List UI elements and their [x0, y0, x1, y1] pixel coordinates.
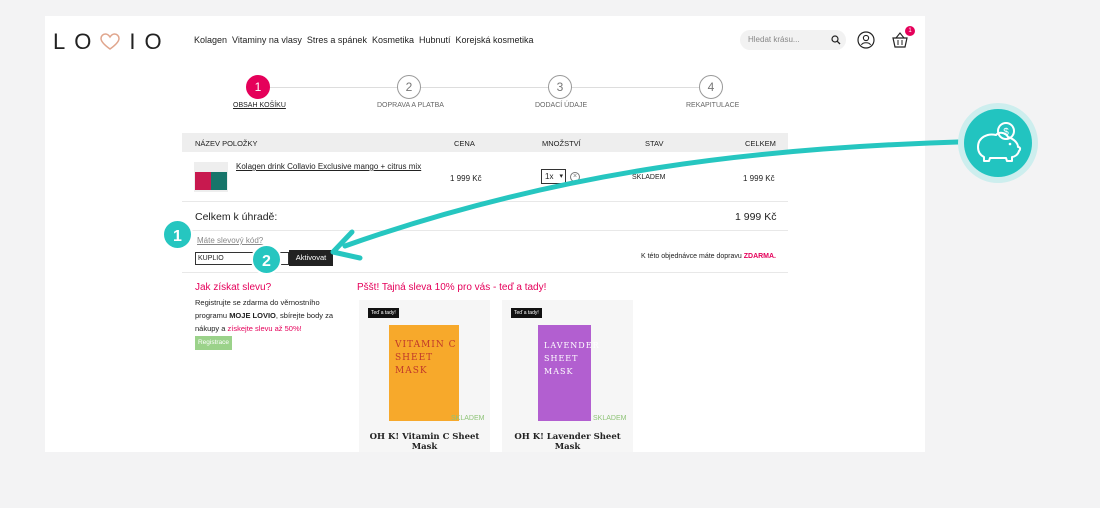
- search-icon[interactable]: [831, 35, 841, 45]
- nav-item-vitaminy[interactable]: Vitaminy na vlasy: [232, 35, 302, 45]
- step-label-3[interactable]: DODACÍ ÚDAJE: [535, 102, 587, 109]
- product-link[interactable]: Kolagen drink Collavio Exclusive mango +…: [236, 162, 421, 171]
- col-name: NÁZEV POLOŽKY: [195, 139, 258, 148]
- divider: [182, 230, 788, 231]
- product-image[interactable]: LAVENDER SHEET MASK: [538, 325, 599, 421]
- stock-status: SKLADEM: [632, 174, 666, 181]
- step-2[interactable]: 2: [397, 75, 421, 99]
- product-card[interactable]: Teď a tady! VITAMIN C SHEET MASK SKLADEM…: [359, 300, 490, 452]
- col-qty: MNOŽSTVÍ: [542, 139, 581, 148]
- step-label-4[interactable]: REKAPITULACE: [686, 102, 739, 109]
- pack-text: VITAMIN C SHEET MASK: [395, 340, 457, 376]
- heart-icon: [100, 33, 121, 50]
- col-total: CELKEM: [745, 139, 776, 148]
- callout-badge-2: 2: [251, 244, 282, 275]
- quantity-value: 1x: [545, 172, 554, 181]
- remove-item-icon[interactable]: ×: [570, 172, 580, 182]
- cart-count-badge: 1: [905, 26, 915, 36]
- step-1[interactable]: 1: [246, 75, 270, 99]
- callout-badge-1: 1: [162, 219, 193, 250]
- total-value: 1 999 Kč: [735, 211, 777, 223]
- product-card[interactable]: Teď a tady! LAVENDER SHEET MASK SKLADEM …: [502, 300, 633, 452]
- promo-title: Pššt! Tajná sleva 10% pro vás - teď a ta…: [357, 282, 547, 293]
- logo[interactable]: LO IO: [53, 29, 171, 55]
- piggy-bank-icon: $: [977, 122, 1022, 162]
- coupon-toggle-link[interactable]: Máte slevový kód?: [197, 236, 263, 245]
- pack-text: LAVENDER SHEET MASK: [544, 341, 600, 376]
- nav-item-hubnuti[interactable]: Hubnutí: [419, 35, 451, 45]
- promo-tag: Teď a tady!: [368, 308, 399, 318]
- nav-item-stres[interactable]: Stres a spánek: [307, 35, 367, 45]
- steps-line: [258, 87, 713, 88]
- nav-item-kosmetika[interactable]: Kosmetika: [372, 35, 414, 45]
- stock-status: SKLADEM: [593, 415, 627, 422]
- col-price: CENA: [454, 139, 475, 148]
- activate-coupon-button[interactable]: Aktivovat: [289, 250, 333, 266]
- product-image[interactable]: VITAMIN C SHEET MASK: [389, 325, 459, 421]
- row-total: 1 999 Kč: [743, 174, 775, 183]
- product-name[interactable]: OH K! Lavender Sheet Mask: [502, 432, 633, 452]
- step-4[interactable]: 4: [699, 75, 723, 99]
- piggy-bank-badge: $: [964, 109, 1032, 177]
- quantity-select[interactable]: 1x ▾: [541, 169, 566, 184]
- nav-item-kolagen[interactable]: Kolagen: [194, 35, 227, 45]
- product-price: 1 999 Kč: [450, 174, 482, 183]
- promo-tag: Teď a tady!: [511, 308, 542, 318]
- step-label-1[interactable]: OBSAH KOŠÍKU: [233, 102, 286, 109]
- cart-row: Kolagen drink Collavio Exclusive mango +…: [182, 152, 788, 202]
- chevron-down-icon: ▾: [559, 173, 563, 180]
- total-label: Celkem k úhradě:: [195, 211, 278, 223]
- loyalty-title: Jak získat slevu?: [195, 282, 272, 293]
- step-label-2[interactable]: DOPRAVA A PLATBA: [377, 102, 444, 109]
- product-name[interactable]: OH K! Vitamin C Sheet Mask: [359, 432, 490, 452]
- register-button[interactable]: Registrace: [195, 336, 232, 350]
- col-stav: STAV: [645, 139, 664, 148]
- nav-item-korejska[interactable]: Korejská kosmetika: [456, 35, 534, 45]
- search-placeholder: Hledat krásu...: [748, 35, 800, 44]
- search-input[interactable]: Hledat krásu...: [740, 30, 846, 50]
- main-nav: Kolagen Vitaminy na vlasy Stres a spánek…: [194, 35, 539, 45]
- stock-status: SKLADEM: [451, 415, 485, 422]
- cart-table-header: NÁZEV POLOŽKY CENA MNOŽSTVÍ STAV CELKEM: [182, 133, 788, 152]
- shipping-note: K této objednávce máte dopravu ZDARMA.: [641, 253, 777, 260]
- step-3[interactable]: 3: [548, 75, 572, 99]
- loyalty-text: Registrujte se zdarma do věrnostního pro…: [195, 298, 333, 333]
- product-thumbnail[interactable]: [194, 162, 228, 192]
- free-shipping-text: ZDARMA.: [743, 253, 777, 260]
- user-icon[interactable]: [857, 31, 875, 49]
